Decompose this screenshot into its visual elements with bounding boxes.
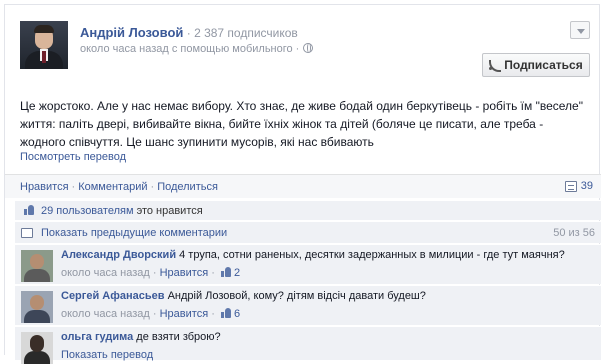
post-meta: около часа назад с помощью мобильного · <box>80 43 314 55</box>
comment-icon <box>21 228 33 238</box>
comment-text: Андрій Лозовой, кому? дітям відсіч дават… <box>164 290 426 302</box>
comment-count-value: 39 <box>580 180 593 192</box>
comment-like-link[interactable]: Нравится <box>160 308 209 320</box>
commenter-name[interactable]: Сергей Афанасьев <box>61 290 165 302</box>
comment-time[interactable]: около часа назад <box>61 308 150 320</box>
post-timestamp[interactable]: около часа назад с помощью мобильного · <box>80 43 299 55</box>
comment-time[interactable]: около часа назад <box>61 267 150 279</box>
post-card: Андрій Лозовой · 2 387 подписчиков около… <box>4 4 601 364</box>
comment-like-link[interactable]: Нравится <box>160 267 209 279</box>
post-text: Це жорстоко. Але у нас немає вибору. Хто… <box>20 99 583 149</box>
commenter-name[interactable]: Александр Дворский <box>61 249 176 261</box>
commenter-avatar[interactable] <box>21 250 53 282</box>
author-line: Андрій Лозовой · 2 387 подписчиков <box>80 25 298 40</box>
subscribe-label: Подписаться <box>504 58 583 72</box>
post-header: Андрій Лозовой · 2 387 подписчиков около… <box>20 19 590 79</box>
comment-count[interactable]: 39 <box>564 180 593 192</box>
commenter-name[interactable]: ольга гудима <box>61 331 133 343</box>
thumbs-up-icon <box>220 267 231 277</box>
thumbs-up-icon <box>220 308 231 318</box>
see-translation-link[interactable]: Посмотреть перевод <box>20 151 126 163</box>
show-previous-comments-link[interactable]: Показать предыдущие комментарии <box>41 227 227 239</box>
rss-icon <box>489 60 499 70</box>
likes-row: 29 пользователям это нравится <box>15 200 601 220</box>
author-name[interactable]: Андрій Лозовой <box>80 25 183 40</box>
share-link[interactable]: Поделиться <box>157 181 218 193</box>
comment-item: Сергей Афанасьев Андрій Лозовой, кому? д… <box>15 285 601 325</box>
subscriber-count[interactable]: 2 387 подписчиков <box>194 26 298 40</box>
thumbs-up-icon <box>24 205 34 215</box>
separator: · <box>186 26 191 40</box>
comment-text: де взяти зброю? <box>133 331 221 343</box>
like-link[interactable]: Нравится <box>20 181 69 193</box>
author-avatar[interactable] <box>20 21 68 69</box>
post-actions-bar: Нравится · Комментарий · Поделиться 39 <box>5 174 601 198</box>
commenter-avatar[interactable] <box>21 291 53 323</box>
commenter-avatar[interactable] <box>21 332 53 364</box>
comments-pager: 50 из 56 <box>553 227 595 239</box>
chevron-down-icon[interactable] <box>570 21 590 39</box>
comment-icon <box>564 180 577 192</box>
comment-link[interactable]: Комментарий <box>78 181 147 193</box>
likes-suffix: это нравится <box>133 205 203 217</box>
likers-link[interactable]: 29 пользователям <box>41 205 134 217</box>
comment-item: Александр Дворский 4 трупа, сотни ранены… <box>15 244 601 284</box>
subscribe-button[interactable]: Подписаться <box>482 53 590 77</box>
comment-text: 4 трупа, сотни раненых, десятки задержан… <box>176 249 565 261</box>
comment-like-count[interactable]: 2 <box>234 267 240 279</box>
comment-like-count[interactable]: 6 <box>234 308 240 320</box>
previous-comments-row: Показать предыдущие комментарии 50 из 56 <box>15 221 601 243</box>
show-translation-link[interactable]: Показать перевод <box>61 349 153 361</box>
globe-icon <box>303 43 314 53</box>
